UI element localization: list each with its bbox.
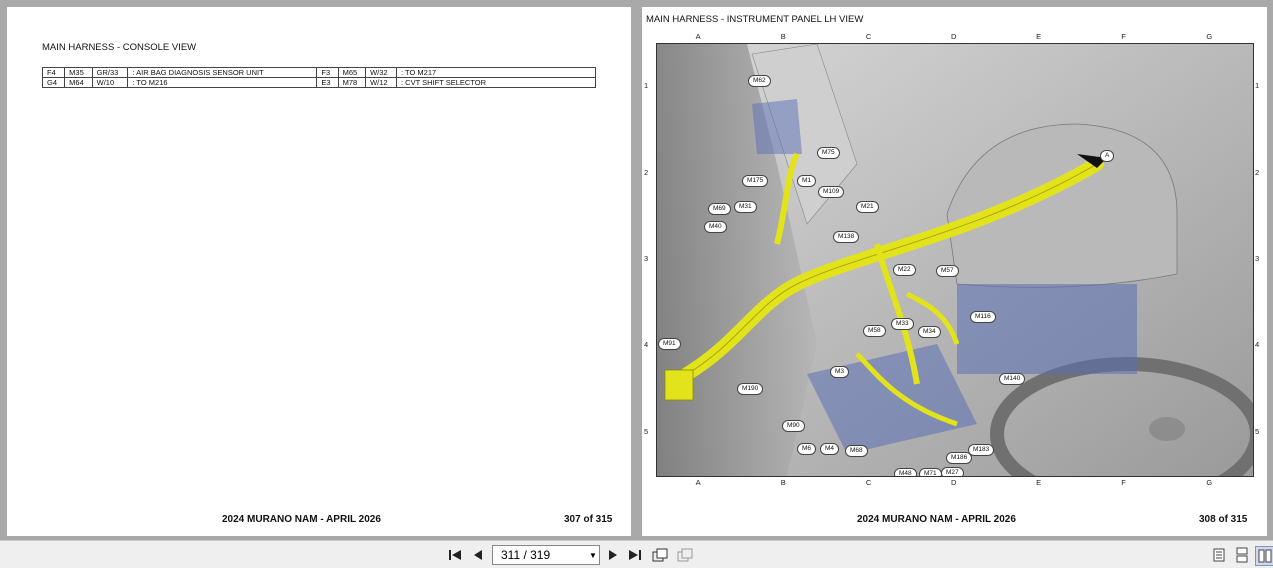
rotate-icon[interactable] xyxy=(651,546,669,564)
next-page-icon[interactable] xyxy=(604,546,622,564)
callout-m138: M138 xyxy=(833,231,860,243)
callout-m190: M190 xyxy=(737,383,764,395)
footer-page-number: 307 of 315 xyxy=(564,514,613,525)
callout-m31: M31 xyxy=(734,201,757,213)
prev-page-icon[interactable] xyxy=(469,546,487,564)
table-cell: : AIR BAG DIAGNOSIS SENSOR UNIT xyxy=(127,67,318,78)
footer-title: 2024 MURANO NAM - APRIL 2026 xyxy=(857,514,1016,525)
copy-icon[interactable] xyxy=(676,546,694,564)
callout-m27: M27 xyxy=(941,467,964,476)
grid-letter-e: E xyxy=(1036,32,1042,41)
callout-m75: M75 xyxy=(817,147,840,159)
table-cell: GR/33 xyxy=(91,67,129,78)
chevron-down-icon: ▼ xyxy=(589,550,597,560)
right-page: MAIN HARNESS - INSTRUMENT PANEL LH VIEW … xyxy=(642,7,1267,536)
grid-letter-g: G xyxy=(1206,32,1213,41)
callout-m4: M4 xyxy=(820,443,840,455)
viewer-toolbar: 311 / 319 ▼ xyxy=(0,540,1273,568)
table-cell: W/32 xyxy=(365,67,397,78)
grid-number-1: 1 xyxy=(1255,81,1260,91)
callout-m40: M40 xyxy=(704,221,727,233)
harness-diagram: M62 M75 M175 M1 M109 M69 M31 M21 M40 M13… xyxy=(656,43,1254,477)
table-cell: M64 xyxy=(64,77,93,88)
callout-m6: M6 xyxy=(797,443,817,455)
table-cell: G4 xyxy=(41,77,66,88)
table-cell: F3 xyxy=(316,67,339,78)
callout-m21: M21 xyxy=(856,201,879,213)
grid-letter-b: B xyxy=(780,32,786,41)
single-page-icon[interactable] xyxy=(1210,546,1228,564)
callout-m68: M68 xyxy=(845,445,868,457)
callout-m175: M175 xyxy=(742,175,769,187)
grid-number-4: 4 xyxy=(1255,340,1260,350)
left-page: MAIN HARNESS - CONSOLE VIEW F4 M35 GR/33… xyxy=(7,7,631,536)
callout-m1: M1 xyxy=(797,175,817,187)
callout-m48: M48 xyxy=(894,468,917,476)
grid-number-4: 4 xyxy=(644,340,649,350)
grid-letter-b: B xyxy=(780,478,786,487)
grid-number-2: 2 xyxy=(644,167,649,177)
page-number-select[interactable]: 311 / 319 ▼ xyxy=(492,545,600,565)
callout-m90: M90 xyxy=(782,420,805,432)
footer-page-number: 308 of 315 xyxy=(1199,514,1248,525)
grid-letter-f: F xyxy=(1121,478,1126,487)
callout-m109: M109 xyxy=(818,186,845,198)
two-page-icon[interactable] xyxy=(1255,546,1273,566)
callout-m116: M116 xyxy=(970,311,996,323)
grid-number-5: 5 xyxy=(1255,426,1260,436)
table-row: F4 M35 GR/33 : AIR BAG DIAGNOSIS SENSOR … xyxy=(41,67,596,78)
callout-m22: M22 xyxy=(893,264,916,276)
callout-m34: M34 xyxy=(918,326,941,338)
grid-letter-a: A xyxy=(695,32,701,41)
grid-letter-e: E xyxy=(1036,478,1042,487)
callout-m140: M140 xyxy=(999,373,1026,385)
last-page-icon[interactable] xyxy=(626,546,644,564)
grid-number-5: 5 xyxy=(644,426,649,436)
table-cell: : TO M216 xyxy=(127,77,318,88)
callout-m3: M3 xyxy=(830,366,850,378)
callout-m57: M57 xyxy=(936,265,959,277)
callout-m69: M69 xyxy=(708,203,731,215)
grid-number-3: 3 xyxy=(1255,254,1260,263)
table-cell: F4 xyxy=(41,67,66,78)
table-cell: W/10 xyxy=(91,77,129,88)
table-cell: E3 xyxy=(316,77,339,88)
table-row: G4 M64 W/10 : TO M216 E3 M78 W/12 : CVT … xyxy=(41,77,596,88)
grid-number-2: 2 xyxy=(1255,167,1260,177)
table-cell: : CVT SHIFT SELECTOR xyxy=(396,77,596,88)
table-cell: W/12 xyxy=(365,77,397,88)
connector-table: F4 M35 GR/33 : AIR BAG DIAGNOSIS SENSOR … xyxy=(41,67,596,88)
table-cell: M35 xyxy=(64,67,93,78)
callout-m62: M62 xyxy=(748,75,771,87)
page-title: MAIN HARNESS - CONSOLE VIEW xyxy=(42,42,197,53)
continuous-icon[interactable] xyxy=(1233,546,1251,564)
page-number-value: 311 / 319 xyxy=(501,548,551,562)
grid-letter-c: C xyxy=(865,32,872,41)
table-cell: M65 xyxy=(337,67,367,78)
callout-m33: M33 xyxy=(891,318,914,330)
callout-m58: M58 xyxy=(863,325,886,337)
page-title: MAIN HARNESS - INSTRUMENT PANEL LH VIEW xyxy=(646,14,864,25)
grid-letter-d: D xyxy=(951,32,957,41)
grid-letter-g: G xyxy=(1206,478,1213,487)
table-cell: M78 xyxy=(337,77,367,88)
grid-letter-a: A xyxy=(695,478,701,487)
callout-a: A xyxy=(1100,150,1115,162)
grid-number-3: 3 xyxy=(644,254,649,263)
grid-letter-c: C xyxy=(865,478,872,487)
first-page-icon[interactable] xyxy=(446,546,464,564)
grid-letter-f: F xyxy=(1121,32,1126,41)
grid-number-1: 1 xyxy=(644,81,649,91)
callout-m91: M91 xyxy=(658,338,681,350)
callout-m186: M186 xyxy=(946,452,973,464)
callout-m71: M71 xyxy=(919,468,942,476)
harness-illustration xyxy=(657,44,1253,476)
footer-title: 2024 MURANO NAM - APRIL 2026 xyxy=(222,514,381,525)
table-cell: : TO M217 xyxy=(396,67,596,78)
callout-m183: M183 xyxy=(968,444,995,456)
grid-letter-d: D xyxy=(951,478,957,487)
